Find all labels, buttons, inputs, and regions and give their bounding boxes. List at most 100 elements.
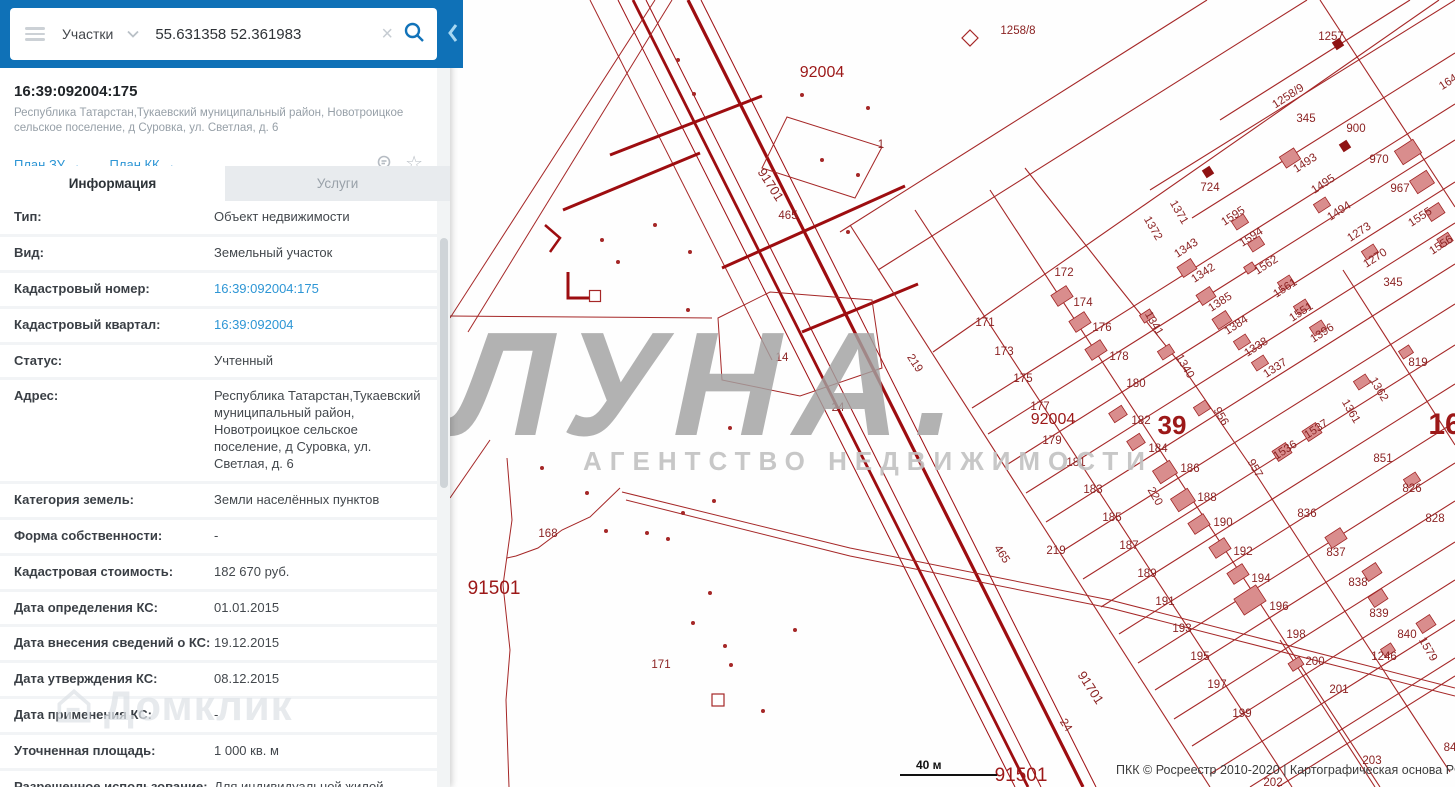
map-parcel-label: 1257: [1318, 31, 1344, 43]
row-value-link[interactable]: 16:39:092004:175: [214, 281, 429, 298]
map-parcel-label: 177: [1030, 401, 1049, 413]
parcel-title: 16:39:092004:175: [14, 83, 138, 100]
map-point-marker: [692, 92, 696, 96]
map-building: [1287, 656, 1305, 672]
map-parcel-label: 826: [1402, 483, 1421, 495]
map-boundary-line: [566, 272, 590, 300]
collapse-panel-icon[interactable]: [446, 22, 460, 49]
map-point-marker: [616, 260, 620, 264]
map-parcel-label: 201: [1329, 684, 1348, 696]
row-value-link[interactable]: 16:39:092004: [214, 317, 429, 334]
map-point-marker: [723, 644, 727, 648]
map-parcel-label: 1537: [1302, 417, 1330, 441]
map-point-marker: [856, 173, 860, 177]
map-parcel-label: 171: [651, 659, 670, 671]
map-building: [1192, 399, 1212, 417]
map-parcel-label: 199: [1232, 708, 1251, 720]
tab-services[interactable]: Услуги: [225, 166, 450, 201]
row-label: Дата утверждения КС:: [14, 671, 158, 687]
map-building: [1233, 584, 1267, 616]
map-parcel-label: 188: [1197, 492, 1216, 504]
scrollbar-thumb[interactable]: [439, 238, 448, 488]
map-parcel-label: 851: [1373, 453, 1392, 465]
row-value: 1 000 кв. м: [214, 743, 279, 759]
table-row: Форма собственности: -: [0, 519, 437, 556]
map-parcel-label: 345: [1296, 113, 1315, 125]
map-parcel-label: 91701: [1075, 668, 1107, 706]
map-building: [1324, 527, 1348, 549]
map-point-marker: [846, 230, 850, 234]
tab-information[interactable]: Информация: [0, 166, 225, 201]
map-building: [1084, 339, 1108, 361]
search-icon[interactable]: [403, 21, 425, 48]
map-parcel-label: 1555: [1406, 205, 1434, 229]
table-row: Адрес: Республика Татарстан,Тукаевский му…: [0, 380, 437, 484]
map-point-marker: [793, 628, 797, 632]
map-boundary-line: [467, 0, 673, 333]
menu-icon[interactable]: [25, 24, 45, 44]
map-building: [1415, 614, 1437, 634]
map-parcel-label: 967: [1390, 183, 1409, 195]
map-parcel-label: 1536: [1271, 438, 1299, 462]
map-building: [1408, 169, 1436, 195]
map-point-marker: [712, 499, 716, 503]
row-value: 01.01.2015: [214, 599, 280, 615]
map-boundary-line: [989, 189, 1381, 787]
map-point-marker: [820, 158, 824, 162]
info-sidebar: 16:39:092004:175 Республика Татарстан,Ту…: [0, 0, 450, 787]
map-boundary-line: [721, 184, 906, 270]
chevron-down-icon[interactable]: [127, 25, 139, 43]
table-row: Дата определения КС: 01.01.2015: [0, 591, 437, 628]
search-category-dropdown[interactable]: Участки: [62, 26, 113, 42]
search-input[interactable]: [155, 25, 382, 43]
row-value: Учтенный: [214, 352, 274, 368]
panel-tabs: Информация Услуги: [0, 166, 450, 201]
map-quarter-label: 16: [1428, 408, 1455, 441]
map-scale-bar: [900, 774, 997, 776]
map-boundary-line: [932, 0, 1440, 353]
map-building: [1187, 513, 1211, 535]
map-boundary-line: [450, 0, 656, 319]
row-label: Вид:: [14, 244, 44, 260]
map-parcel-label: 175: [1013, 373, 1032, 385]
map-boundary-line: [1045, 263, 1455, 523]
map-parcel-label: 190: [1213, 517, 1232, 529]
table-row: Кадастровый номер: 16:39:092004:175: [0, 272, 437, 309]
clear-search-icon[interactable]: ×: [381, 24, 393, 44]
map-point-marker: [800, 93, 804, 97]
parcel-summary: 16:39:092004:175 Республика Татарстан,Ту…: [0, 68, 437, 176]
map-point-marker: [681, 511, 685, 515]
map-parcel-label: 178: [1109, 351, 1128, 363]
map-quarter-label: 92004: [800, 64, 845, 81]
map-parcel-label: 828: [1425, 513, 1444, 525]
map-parcel-label: 197: [1207, 679, 1226, 691]
map-square-outline: [711, 693, 725, 707]
row-label: Дата внесения сведений о КС:: [14, 635, 211, 651]
app-window: 92004 92004 91501 91501 39 16 91701 91701 465 1 14…: [0, 0, 1455, 787]
map-parcel-label: 84: [1444, 742, 1455, 754]
map-parcel-label: 195: [1190, 651, 1209, 663]
map-point-marker: [676, 58, 680, 62]
map-parcel-label: 183: [1083, 484, 1102, 496]
map-parcel-label: 1273: [1345, 220, 1373, 244]
map-parcel-label: 836: [1297, 508, 1316, 520]
row-label: Тип:: [14, 209, 42, 224]
cadastral-map[interactable]: 92004 92004 91501 91501 39 16 91701 91701 465 1 14…: [450, 0, 1455, 787]
map-point-marker: [866, 106, 870, 110]
map-point-marker: [688, 250, 692, 254]
map-parcel-label: 970: [1369, 154, 1388, 166]
map-building-dark: [1338, 139, 1352, 153]
row-label: Кадастровый квартал:: [14, 316, 161, 332]
map-parcel-label: 1246: [1371, 651, 1397, 663]
map-point-marker: [653, 223, 657, 227]
map-parcel-label: 1341: [1142, 309, 1165, 337]
map-boundary-line: [562, 151, 701, 212]
map-parcel-label: 900: [1346, 123, 1365, 135]
map-parcel-label: 837: [1326, 547, 1345, 559]
row-value: 19.12.2015: [214, 635, 280, 651]
parcel-address: Республика Татарстан,Тукаевский муниципа…: [14, 107, 404, 134]
map-boundary-line: [544, 224, 562, 253]
search-header: Участки ×: [0, 0, 463, 68]
map-parcel-label: 198: [1286, 629, 1305, 641]
map-boundary-line: [877, 0, 1308, 271]
